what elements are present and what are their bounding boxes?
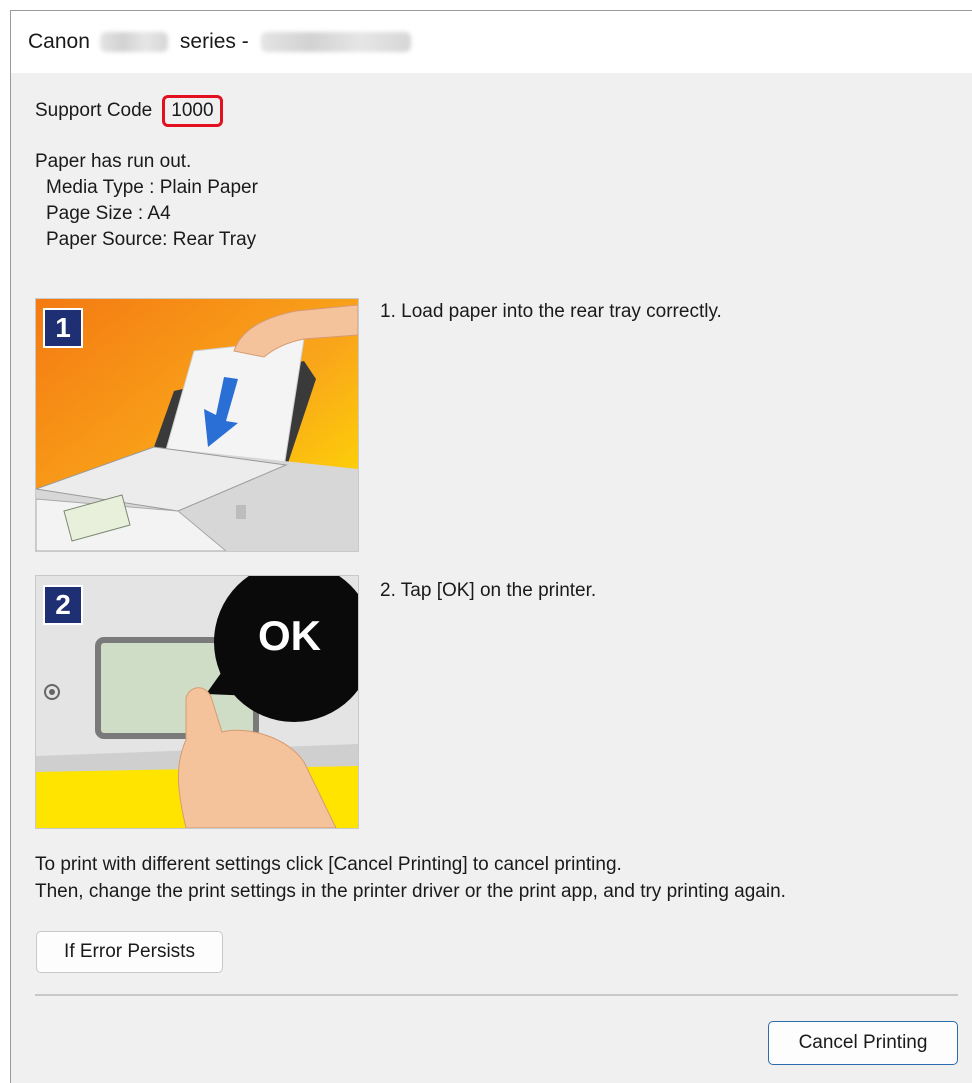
support-code-label: Support Code bbox=[35, 100, 153, 121]
step-1-text: 1. Load paper into the rear tray correct… bbox=[380, 301, 722, 322]
separator bbox=[35, 994, 958, 996]
step-2-badge: 2 bbox=[43, 585, 83, 625]
instruction-note: To print with different settings click [… bbox=[35, 851, 786, 905]
note-line-1: To print with different settings click [… bbox=[35, 854, 622, 875]
ok-bubble-text: OK bbox=[258, 612, 321, 659]
paper-source-line: Paper Source: Rear Tray bbox=[46, 229, 257, 250]
cancel-printing-button[interactable]: Cancel Printing bbox=[768, 1021, 958, 1065]
error-dialog: Canon series - Support Code 1000 Paper h… bbox=[10, 10, 972, 1083]
support-code-row: Support Code 1000 bbox=[35, 95, 223, 127]
error-message: Paper has run out. Media Type : Plain Pa… bbox=[35, 149, 258, 253]
media-type-line: Media Type : Plain Paper bbox=[46, 177, 258, 198]
redacted-port-name bbox=[260, 32, 411, 52]
step-2-text: 2. Tap [OK] on the printer. bbox=[380, 580, 597, 601]
error-line: Paper has run out. bbox=[35, 151, 192, 172]
title-prefix: Canon bbox=[28, 30, 90, 53]
step-1-illustration: 1 bbox=[35, 298, 359, 552]
if-error-persists-button[interactable]: If Error Persists bbox=[36, 931, 223, 973]
title-middle: series - bbox=[179, 30, 249, 53]
step-1-badge: 1 bbox=[43, 308, 83, 348]
support-code-value: 1000 bbox=[162, 95, 223, 127]
note-line-2: Then, change the print settings in the p… bbox=[35, 881, 786, 902]
page-size-line: Page Size : A4 bbox=[46, 203, 171, 224]
step-2-illustration: 2 OK bbox=[35, 575, 359, 829]
redacted-model-name bbox=[99, 32, 168, 52]
title-bar: Canon series - bbox=[11, 11, 972, 73]
load-paper-illustration bbox=[36, 299, 358, 551]
